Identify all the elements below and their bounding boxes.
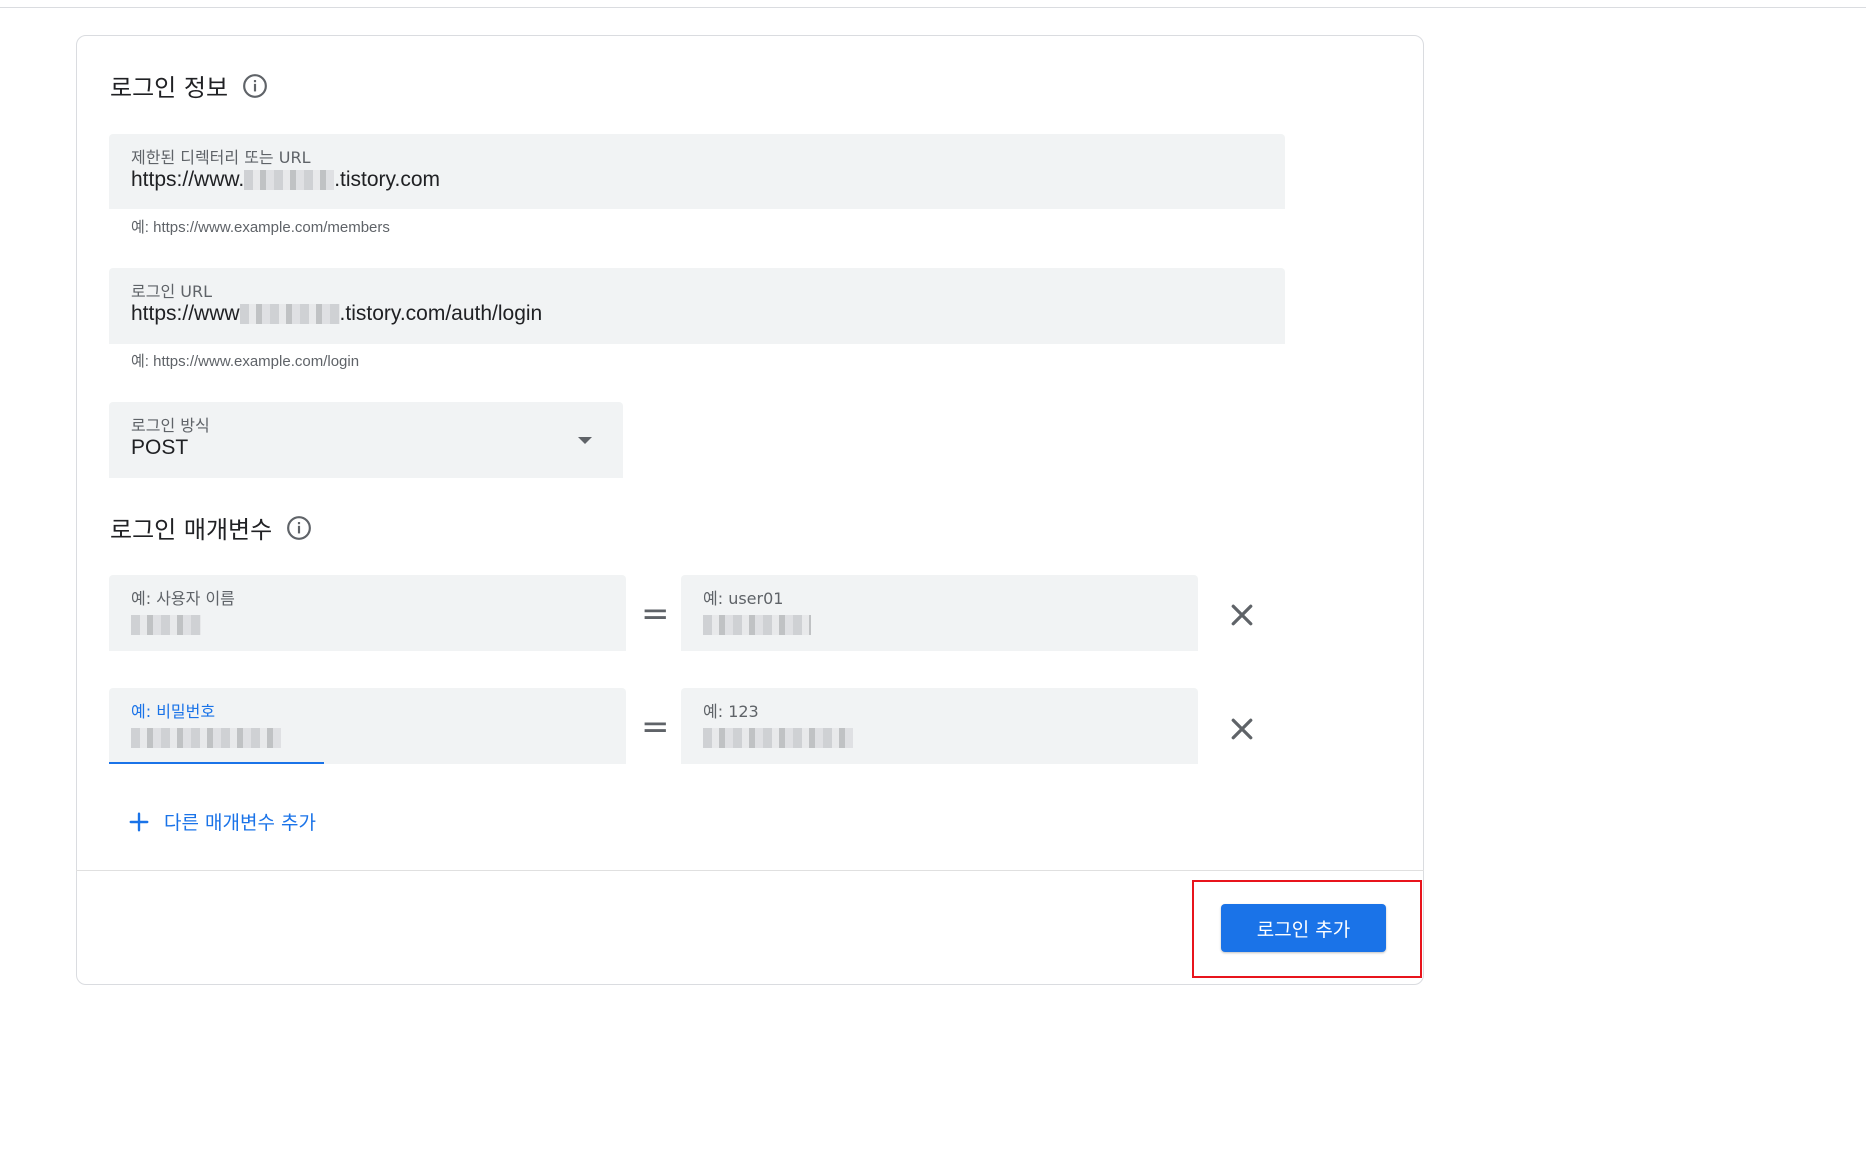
redacted-text [244, 170, 335, 191]
add-login-button[interactable]: 로그인 추가 [1221, 904, 1386, 952]
param-name-placeholder: 예: 사용자 이름 [131, 589, 235, 608]
login-params-heading: 로그인 매개변수 [110, 510, 312, 545]
redacted-text [131, 615, 201, 636]
login-url-prefix: https://www [131, 302, 240, 325]
param-name-placeholder: 예: 비밀번호 [131, 702, 216, 721]
param-value-placeholder: 예: 123 [703, 702, 759, 721]
param-value-field[interactable]: 예: 123 [681, 688, 1198, 764]
plus-icon [129, 812, 149, 831]
equals-sign: = [641, 594, 670, 634]
restricted-url-suffix: .tistory.com [334, 168, 440, 191]
restricted-url-prefix: https://www. [131, 168, 245, 191]
redacted-text [131, 728, 281, 749]
login-url-hint: 예: https://www.example.com/login [131, 353, 360, 370]
login-url-field[interactable]: 로그인 URL https://www .tistory.com/auth/log… [109, 268, 1285, 344]
redacted-text [703, 615, 811, 636]
login-info-title: 로그인 정보 [110, 74, 229, 102]
add-param-label: 다른 매개변수 추가 [164, 812, 316, 834]
login-method-select[interactable]: 로그인 방식 POST [109, 402, 623, 478]
param-value-placeholder: 예: user01 [703, 589, 784, 608]
login-url-suffix: .tistory.com/auth/login [339, 302, 543, 325]
add-param-button[interactable]: 다른 매개변수 추가 [128, 808, 316, 835]
equals-sign: = [641, 707, 670, 747]
login-url-value[interactable]: https://www .tistory.com/auth/login [131, 302, 542, 326]
redacted-text [239, 304, 340, 325]
param-value-value [703, 613, 811, 637]
param-name-value [131, 613, 201, 637]
login-url-label: 로그인 URL [131, 282, 212, 301]
param-value-field[interactable]: 예: user01 [681, 575, 1198, 651]
focus-underline [109, 762, 324, 764]
add-login-label: 로그인 추가 [1256, 918, 1351, 941]
info-icon[interactable] [242, 73, 268, 99]
param-name-value [131, 726, 281, 750]
info-icon[interactable] [286, 515, 312, 541]
footer-divider [76, 870, 1424, 871]
login-method-value: POST [131, 436, 189, 459]
top-divider [0, 7, 1866, 8]
param-value-value [703, 726, 853, 750]
login-info-heading: 로그인 정보 [110, 68, 268, 103]
login-params-title: 로그인 매개변수 [110, 516, 273, 544]
close-icon[interactable] [1227, 600, 1257, 630]
param-name-field[interactable]: 예: 사용자 이름 [109, 575, 626, 651]
restricted-url-hint: 예: https://www.example.com/members [131, 219, 390, 236]
restricted-url-field[interactable]: 제한된 디렉터리 또는 URL https://www. .tistory.com [109, 134, 1285, 209]
login-method-label: 로그인 방식 [131, 416, 210, 435]
param-name-field[interactable]: 예: 비밀번호 [109, 688, 626, 764]
restricted-url-value[interactable]: https://www. .tistory.com [131, 168, 440, 192]
dropdown-arrow-icon [578, 437, 592, 444]
redacted-text [703, 728, 853, 749]
restricted-url-label: 제한된 디렉터리 또는 URL [131, 148, 311, 167]
close-icon[interactable] [1227, 714, 1257, 744]
